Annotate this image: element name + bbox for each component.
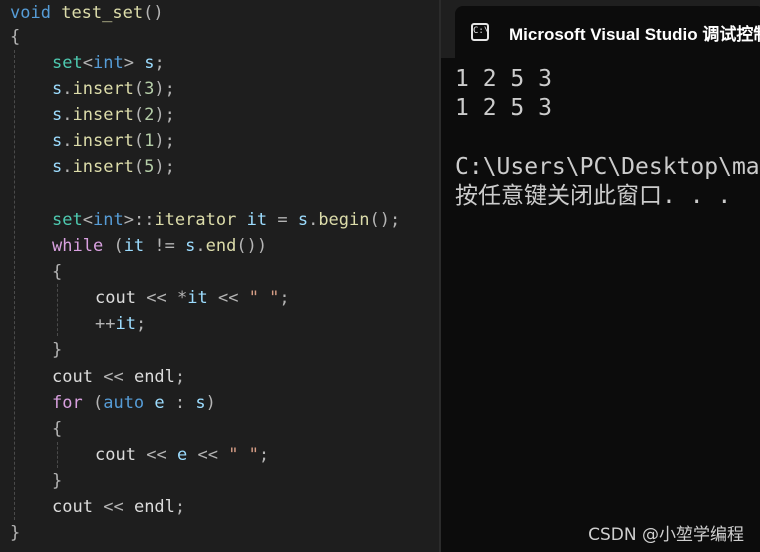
code-line[interactable]: cout << e << " "; xyxy=(95,442,269,468)
code-line[interactable]: s.insert(2); xyxy=(52,102,175,128)
code-line[interactable]: } xyxy=(52,337,62,363)
code-line[interactable]: ++it; xyxy=(95,311,146,337)
code-line[interactable]: { xyxy=(52,259,62,285)
code-line[interactable]: for (auto e : s) xyxy=(52,390,216,416)
indent-guide xyxy=(14,50,15,520)
code-line[interactable]: s.insert(5); xyxy=(52,154,175,180)
console-output-line: 1 2 5 3 xyxy=(455,95,552,121)
code-line[interactable]: set<int> s; xyxy=(52,50,165,76)
code-line[interactable]: void test_set() xyxy=(10,0,164,26)
code-editor[interactable]: void test_set() { set<int> s; s.insert(3… xyxy=(0,0,439,552)
code-line[interactable]: s.insert(3); xyxy=(52,76,175,102)
code-line[interactable]: } xyxy=(52,468,62,494)
window-title: Microsoft Visual Studio 调试控制台 xyxy=(509,25,760,44)
console-output-line: C:\Users\PC\Desktop\ma xyxy=(455,154,760,180)
code-line[interactable]: while (it != s.end()) xyxy=(52,233,267,259)
code-line[interactable]: set<int>::iterator it = s.begin(); xyxy=(52,207,400,233)
code-line[interactable]: cout << endl; xyxy=(52,494,185,520)
console-output-line: 1 2 5 3 xyxy=(455,66,552,92)
code-line[interactable]: cout << endl; xyxy=(52,364,185,390)
terminal-icon: C:\ xyxy=(471,23,489,41)
indent-guide xyxy=(57,442,58,468)
code-line[interactable]: { xyxy=(10,24,20,50)
watermark: CSDN @小堃学编程 xyxy=(588,525,744,545)
code-line[interactable]: } xyxy=(10,520,20,546)
console-output-line: 按任意键关闭此窗口. . . xyxy=(455,183,732,209)
console-tab-bar: C:\ Microsoft Visual Studio 调试控制台 xyxy=(441,0,760,58)
code-line[interactable]: cout << *it << " "; xyxy=(95,285,290,311)
console-tab[interactable]: C:\ Microsoft Visual Studio 调试控制台 xyxy=(455,6,760,58)
debug-console-window[interactable]: C:\ Microsoft Visual Studio 调试控制台 1 2 5 … xyxy=(439,0,760,552)
indent-guide xyxy=(57,284,58,336)
code-line[interactable]: { xyxy=(52,416,62,442)
code-line[interactable]: s.insert(1); xyxy=(52,128,175,154)
